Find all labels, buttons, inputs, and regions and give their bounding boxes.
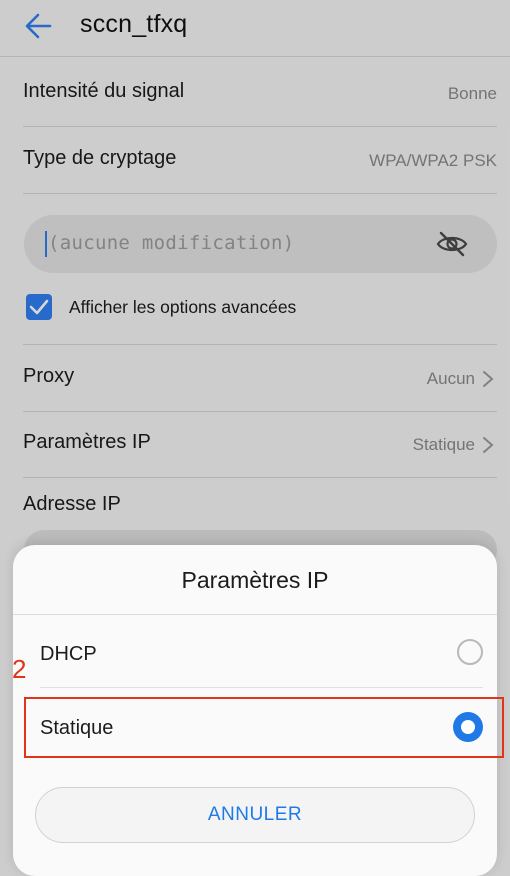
dialog-title: Paramètres IP bbox=[181, 567, 329, 593]
dialog-divider bbox=[13, 614, 497, 615]
annotation-step-number: 2 bbox=[12, 654, 27, 684]
annotation-highlight-box bbox=[24, 697, 504, 758]
option-dhcp[interactable]: DHCP bbox=[13, 621, 497, 687]
option-dhcp-label: DHCP bbox=[40, 643, 97, 665]
cancel-button[interactable]: ANNULER bbox=[35, 787, 475, 843]
option-divider bbox=[40, 687, 483, 688]
radio-unselected-icon[interactable] bbox=[457, 639, 483, 665]
